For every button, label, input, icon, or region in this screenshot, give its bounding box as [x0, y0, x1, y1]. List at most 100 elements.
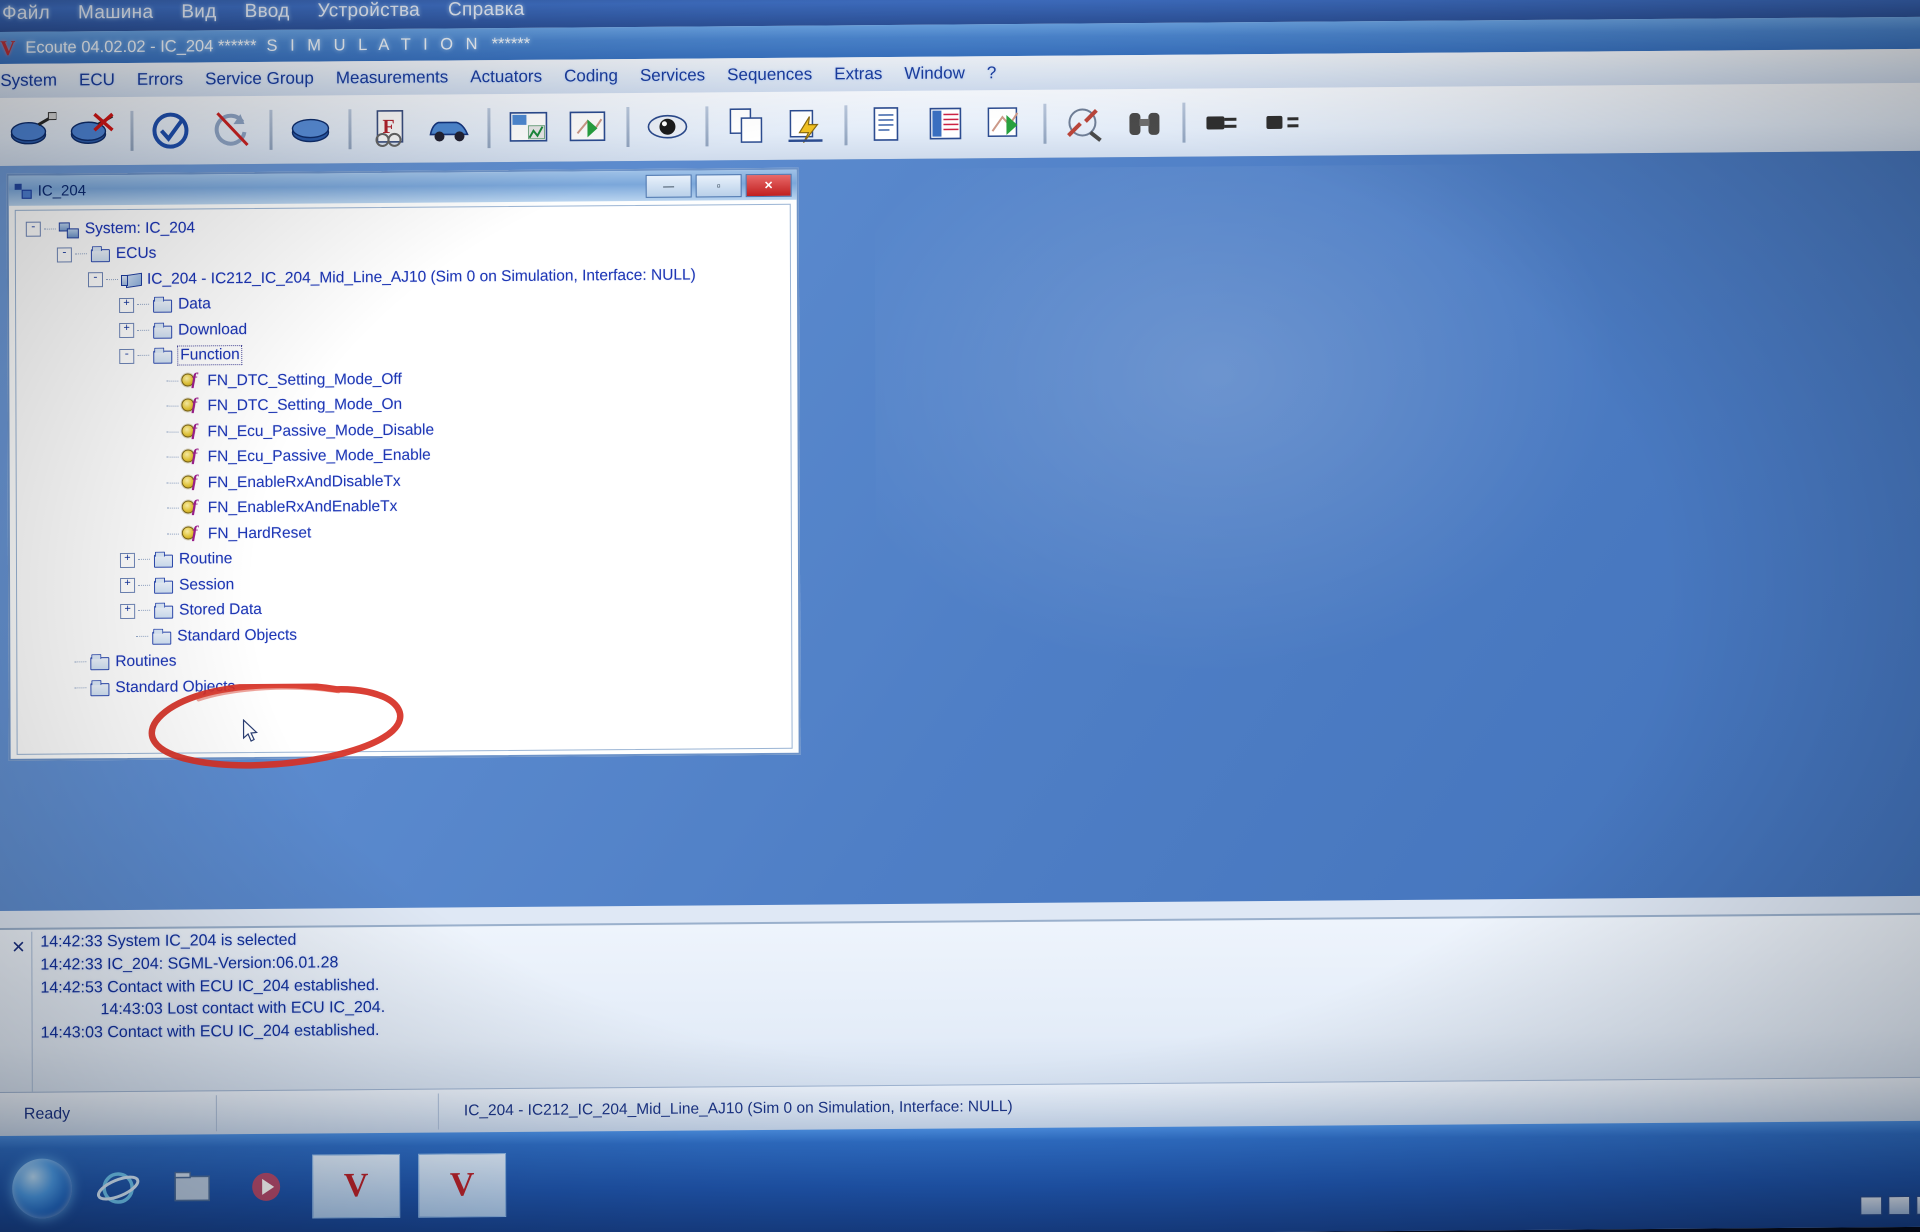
folder-icon: [152, 348, 172, 364]
folder-icon: [90, 246, 110, 262]
vbox-menu-machine[interactable]: Машина: [78, 2, 153, 25]
expand-icon[interactable]: +: [119, 297, 135, 313]
plug-disconnect-icon[interactable]: [1255, 96, 1311, 148]
tree-node-label: FN_DTC_Setting_Mode_Off: [207, 370, 402, 390]
vehicle-icon[interactable]: [421, 102, 477, 154]
collapse-icon[interactable]: -: [87, 272, 104, 288]
function-icon: [181, 399, 201, 415]
actuator-flash-icon[interactable]: [778, 99, 834, 151]
document-icon[interactable]: [857, 99, 913, 151]
menu-errors[interactable]: Errors: [137, 70, 183, 90]
minimize-button[interactable]: —: [645, 174, 692, 198]
collapse-icon[interactable]: -: [56, 247, 72, 263]
menu-coding[interactable]: Coding: [564, 66, 618, 86]
system-tray[interactable]: [1860, 1195, 1920, 1216]
table-data-icon[interactable]: [917, 98, 973, 150]
plug-connect-icon[interactable]: [1195, 96, 1251, 148]
tree-node-label: IC_204 - IC212_IC_204_Mid_Line_AJ10 (Sim…: [146, 266, 696, 288]
tree-connector: [166, 456, 179, 459]
copy-documents-icon[interactable]: [718, 100, 774, 152]
vbox-menu-input[interactable]: Ввод: [245, 1, 290, 23]
toolbar-separator: [348, 109, 352, 150]
function-icon: [182, 475, 202, 491]
function-icon: [182, 450, 202, 466]
coding-icon[interactable]: [977, 98, 1033, 150]
ecu-tree-window: IC_204 — ▫ ✕ - System: IC_204- ECUs - IC_204…: [6, 167, 801, 769]
refresh-disabled-icon[interactable]: [203, 104, 259, 156]
diagnostics-tools-icon[interactable]: [1056, 97, 1112, 149]
internet-explorer-icon[interactable]: [90, 1160, 146, 1216]
toolbar-separator: [130, 110, 134, 151]
monitor-eye-icon[interactable]: [639, 100, 695, 152]
collapse-icon[interactable]: -: [119, 348, 135, 364]
log-close-icon[interactable]: ✕: [11, 938, 25, 958]
connect-ecu-icon[interactable]: [4, 105, 60, 157]
folder-icon: [152, 322, 172, 338]
taskbar-item-2-label: V: [449, 1166, 475, 1204]
expand-icon[interactable]: +: [120, 603, 136, 619]
folder-icon: [153, 603, 173, 619]
disconnect-ecu-icon[interactable]: [64, 105, 120, 157]
measurements-icon[interactable]: [500, 102, 556, 154]
taskbar-item-ecoute-2[interactable]: V: [418, 1153, 507, 1218]
vbox-menu-devices[interactable]: Устройства: [318, 0, 420, 22]
toolbar-separator: [705, 106, 709, 147]
menu-ecu[interactable]: ECU: [79, 70, 115, 90]
menu-measurements[interactable]: Measurements: [336, 67, 449, 88]
maximize-button[interactable]: ▫: [695, 174, 742, 198]
media-player-icon[interactable]: [238, 1159, 294, 1215]
menu-service-group[interactable]: Service Group: [205, 68, 314, 89]
check-ecu-icon[interactable]: [143, 104, 199, 156]
menu-services[interactable]: Services: [640, 65, 705, 86]
virtualbox-screen: Файл Машина Вид Ввод Устройства Справка …: [0, 0, 1920, 1232]
menu-window[interactable]: Window: [904, 63, 965, 83]
ecu-list-icon[interactable]: [282, 103, 338, 155]
error-document-icon[interactable]: F: [361, 103, 417, 155]
child-window-title-bar[interactable]: IC_204 — ▫ ✕: [8, 169, 797, 206]
expand-icon[interactable]: +: [119, 323, 135, 339]
folder-icon: [153, 577, 173, 593]
tray-icon-2[interactable]: [1888, 1195, 1911, 1216]
vbox-menu-help[interactable]: Справка: [448, 0, 525, 21]
close-button[interactable]: ✕: [745, 173, 792, 198]
ecoute-logo-icon: V: [0, 35, 16, 60]
tree-connector: [74, 687, 87, 690]
tray-icon-1[interactable]: [1860, 1196, 1883, 1216]
menu-actuators[interactable]: Actuators: [470, 67, 542, 88]
menu-help[interactable]: ?: [987, 63, 997, 83]
collapse-icon[interactable]: -: [25, 221, 41, 238]
tree-connector: [137, 559, 150, 562]
menu-sequences[interactable]: Sequences: [727, 65, 812, 86]
vbox-menu-view[interactable]: Вид: [181, 1, 216, 23]
binoculars-icon[interactable]: [1116, 97, 1172, 149]
ecu-object-tree[interactable]: - System: IC_204- ECUs - IC_204 - IC212_IC_2…: [14, 203, 793, 755]
expand-icon[interactable]: +: [119, 552, 135, 568]
vbox-menu-file[interactable]: Файл: [2, 3, 50, 25]
tree-connector: [138, 584, 151, 587]
menu-system[interactable]: System: [0, 71, 57, 91]
menu-extras[interactable]: Extras: [834, 64, 882, 84]
tray-icon-3[interactable]: [1916, 1195, 1920, 1215]
tree-connector: [137, 329, 150, 332]
tree-node-label: FN_EnableRxAndEnableTx: [207, 498, 398, 517]
tree-node-label: Standard Objects: [177, 626, 298, 645]
system-node-icon: [59, 221, 79, 237]
tree-node-label: FN_Ecu_Passive_Mode_Disable: [207, 421, 435, 441]
start-button-icon[interactable]: [12, 1158, 73, 1219]
tree-connector: [136, 635, 149, 638]
expand-icon[interactable]: +: [120, 578, 136, 594]
folder-explorer-icon[interactable]: [164, 1159, 220, 1215]
toolbar-separator: [269, 109, 273, 150]
taskbar-item-1-label: V: [343, 1167, 369, 1205]
folder-icon: [89, 680, 109, 696]
log-message-list[interactable]: 14:42:33 System IC_204 is selected 14:42:…: [31, 916, 1920, 1092]
app-title-text: Ecoute 04.02.02 - IC_204 ******: [25, 36, 257, 57]
folder-icon: [89, 654, 109, 670]
tree-row[interactable]: Standard Objects: [17, 670, 791, 702]
export-icon[interactable]: [560, 101, 616, 153]
taskbar-item-ecoute-1[interactable]: V: [312, 1153, 401, 1219]
